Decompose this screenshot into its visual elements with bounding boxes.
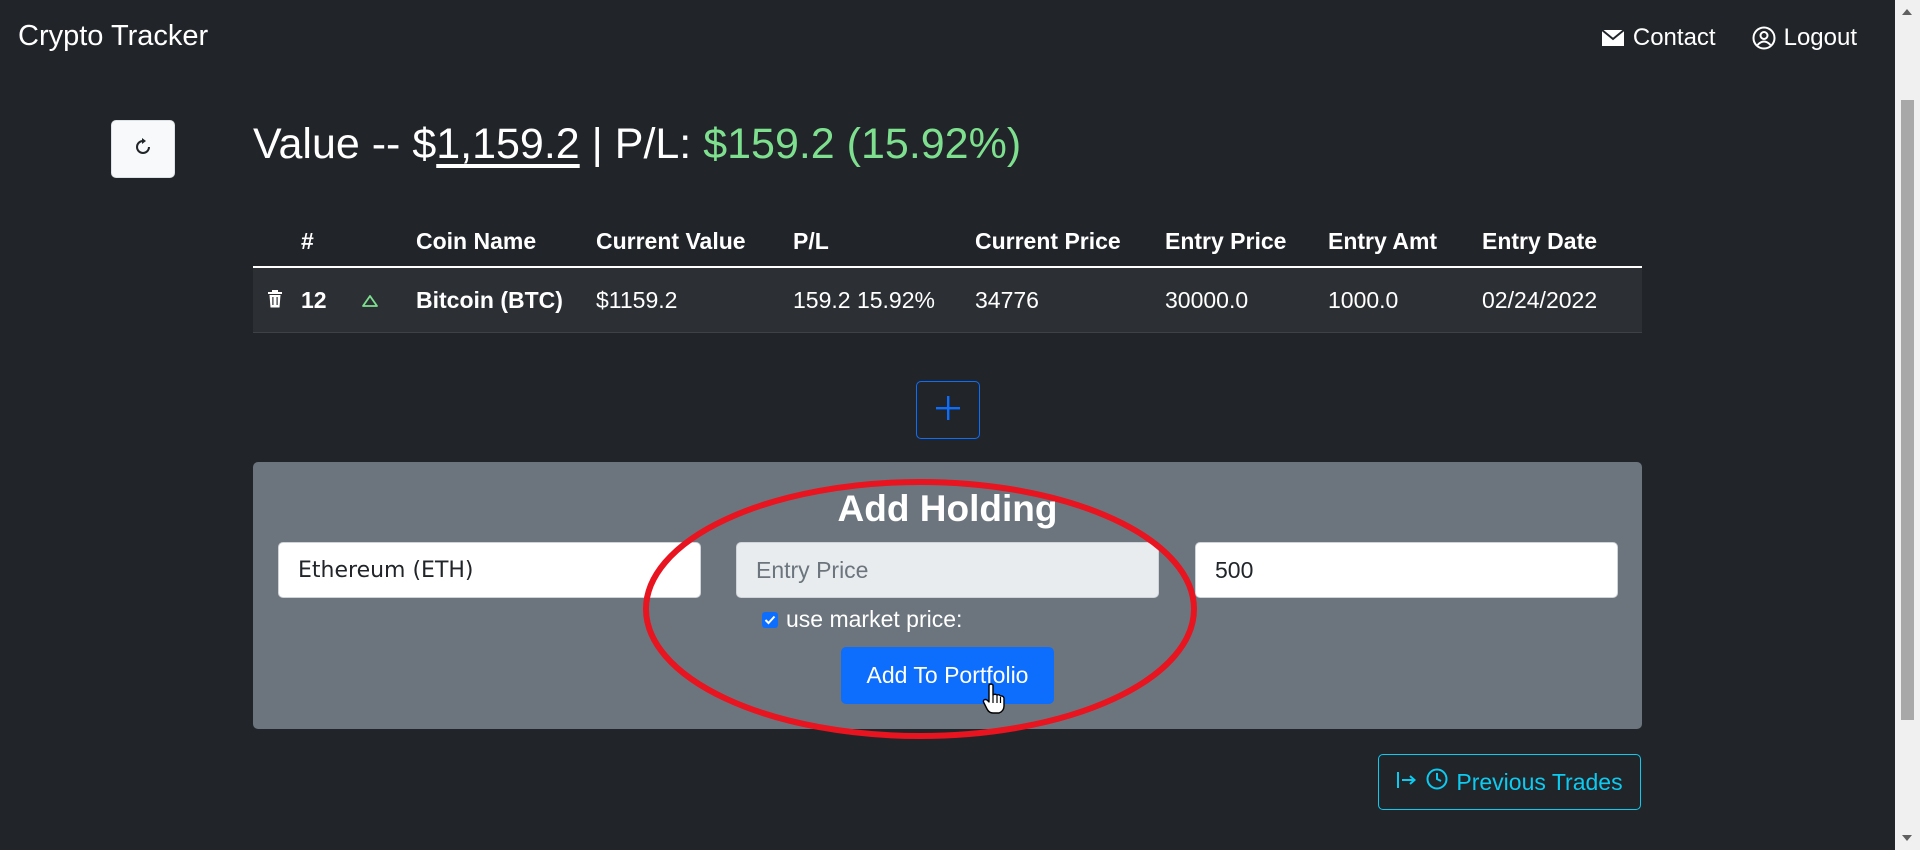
- row-entry-amt: 1000.0: [1328, 286, 1399, 313]
- row-pl: 159.2 15.92%: [793, 286, 935, 313]
- header-pl: P/L: [793, 227, 829, 254]
- previous-trades-label: Previous Trades: [1456, 768, 1623, 795]
- row-id: 12: [301, 286, 327, 313]
- app-brand[interactable]: Crypto Tracker: [18, 20, 208, 53]
- add-holding-panel: Add Holding Ethereum (ETH) Entry Price 5…: [253, 462, 1642, 729]
- portfolio-value: 1,159.2: [436, 120, 580, 168]
- user-circle-icon: [1752, 26, 1776, 50]
- header-coin-name: Coin Name: [416, 227, 537, 254]
- contact-label: Contact: [1632, 24, 1716, 51]
- trash-icon: [267, 287, 283, 313]
- header-entry-date: Entry Date: [1482, 227, 1598, 254]
- scroll-down-arrow[interactable]: [1902, 835, 1912, 841]
- add-holding-toggle-button[interactable]: [916, 381, 980, 439]
- logout-link[interactable]: Logout: [1752, 24, 1857, 52]
- row-entry-price: 30000.0: [1165, 286, 1249, 313]
- market-price-label: use market price:: [786, 606, 963, 632]
- clock-icon: [1426, 768, 1448, 796]
- table-header: # Coin Name Current Value P/L Current Pr…: [253, 216, 1642, 268]
- row-current-price: 34776: [975, 286, 1039, 313]
- add-to-portfolio-button[interactable]: Add To Portfolio: [841, 647, 1054, 704]
- row-current-value: $1159.2: [596, 286, 678, 313]
- triangle-up-icon: [361, 287, 379, 313]
- logout-label: Logout: [1783, 24, 1857, 51]
- previous-trades-button[interactable]: Previous Trades: [1378, 754, 1641, 810]
- scroll-up-arrow[interactable]: [1902, 9, 1912, 15]
- add-holding-title: Add Holding: [837, 488, 1058, 529]
- header-id: #: [301, 227, 314, 254]
- sign-in-icon: [1396, 769, 1418, 796]
- value-prefix: Value -- $: [253, 120, 437, 168]
- pl-value: $159.2 (15.92%): [703, 120, 1022, 168]
- table-row: 12 Bitcoin (BTC) $1159.2 159.2 15.92% 34…: [253, 268, 1642, 333]
- pl-label: | P/L:: [579, 120, 704, 168]
- refresh-icon: [133, 137, 153, 162]
- trend-indicator: [361, 287, 416, 314]
- market-price-option: use market price:: [762, 606, 962, 633]
- row-coin-name: Bitcoin (BTC): [416, 286, 563, 313]
- delete-button[interactable]: [253, 287, 301, 314]
- entry-amount-input[interactable]: 500: [1195, 542, 1618, 598]
- portfolio-summary: Value -- $1,159.2 | P/L: $159.2 (15.92%): [253, 120, 1021, 169]
- header-current-price: Current Price: [975, 227, 1121, 254]
- page-scrollbar[interactable]: [1895, 0, 1920, 850]
- contact-link[interactable]: Contact: [1601, 24, 1716, 52]
- header-entry-amt: Entry Amt: [1328, 227, 1438, 254]
- market-price-checkbox[interactable]: [762, 611, 778, 628]
- entry-price-input[interactable]: Entry Price: [736, 542, 1159, 598]
- scroll-thumb[interactable]: [1901, 100, 1914, 720]
- row-entry-date: 02/24/2022: [1482, 286, 1598, 313]
- coin-select[interactable]: Ethereum (ETH): [278, 542, 701, 598]
- navbar-links: Contact Logout: [1601, 24, 1857, 52]
- refresh-button[interactable]: [111, 120, 175, 178]
- holdings-table: # Coin Name Current Value P/L Current Pr…: [253, 216, 1642, 333]
- envelope-icon: [1601, 29, 1625, 47]
- plus-icon: [935, 395, 961, 426]
- header-entry-price: Entry Price: [1165, 227, 1287, 254]
- header-current-value: Current Value: [596, 227, 746, 254]
